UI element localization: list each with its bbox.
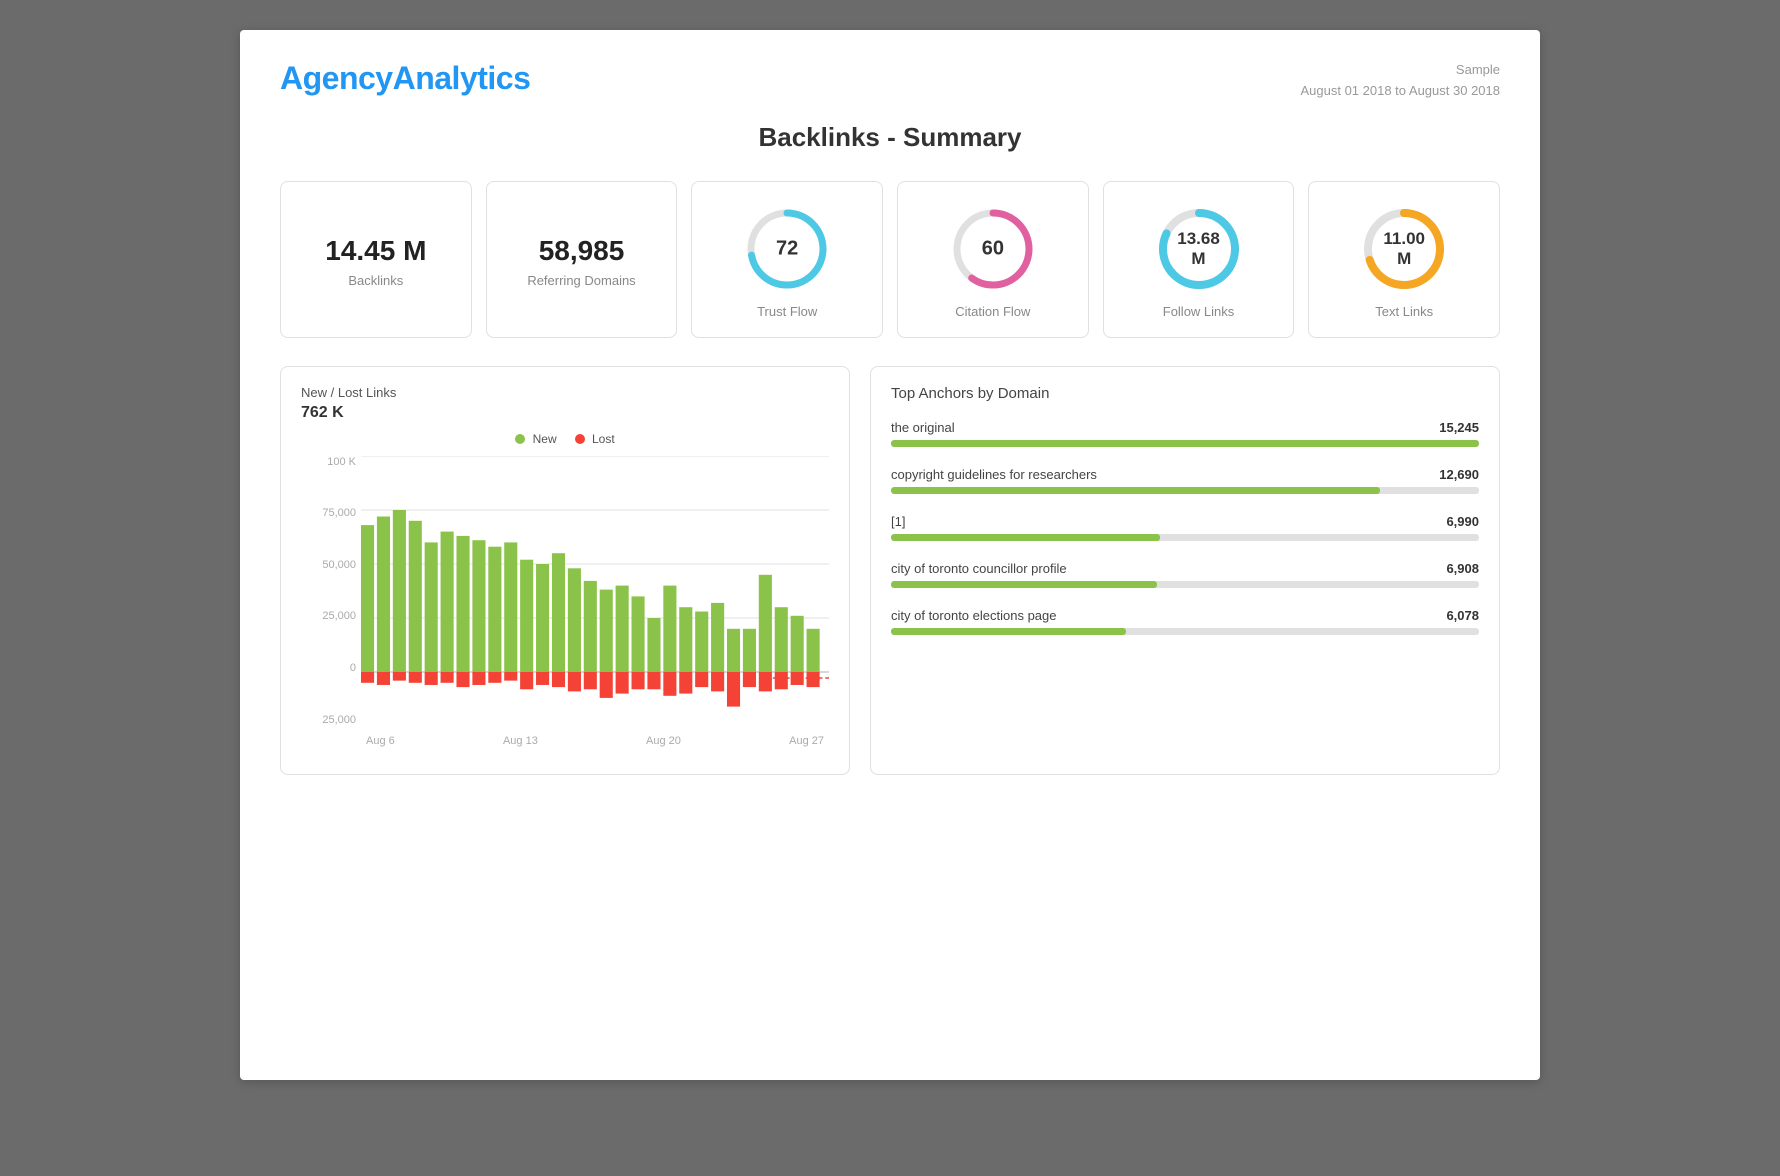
legend-new-dot [515,434,525,444]
y-label-50k: 50,000 [301,559,356,571]
anchor-item-2: [1] 6,990 [891,514,1479,541]
page-title: Backlinks - Summary [280,122,1500,153]
top-anchors-panel: Top Anchors by Domain the original 15,24… [870,366,1500,775]
anchor-name-3: city of toronto councillor profile [891,561,1067,576]
bar-chart-svg [361,456,829,726]
y-label-75k: 75,000 [301,507,356,519]
trust-flow-label: Trust Flow [757,304,817,319]
anchor-bar-fill-4 [891,628,1126,635]
bar-chart-subtitle: 762 K [301,404,829,422]
metric-card-referring-domains: 58,985 Referring Domains [486,181,678,338]
bar-chart-title: New / Lost Links [301,385,829,400]
y-axis-labels: 100 K 75,000 50,000 25,000 0 25,000 [301,456,356,726]
follow-links-gauge: 13.68 M [1154,204,1244,294]
anchor-value-0: 15,245 [1439,420,1479,435]
anchor-item-0: the original 15,245 [891,420,1479,447]
logo: AgencyAnalytics [280,60,530,97]
x-axis-labels: Aug 6 Aug 13 Aug 20 Aug 27 [361,735,829,747]
legend-new: New [515,432,556,446]
referring-domains-value: 58,985 [539,234,625,268]
metric-card-backlinks: 14.45 M Backlinks [280,181,472,338]
anchor-bar-fill-2 [891,534,1160,541]
metric-card-citation-flow: 60 Citation Flow [897,181,1089,338]
y-label-neg25k: 25,000 [301,714,356,726]
metric-card-follow-links: 13.68 M Follow Links [1103,181,1295,338]
follow-links-label: Follow Links [1163,304,1235,319]
x-label-aug6: Aug 6 [366,735,395,747]
text-links-value: 11.00 M [1382,229,1427,269]
trust-flow-gauge: 72 [742,204,832,294]
anchor-name-2: [1] [891,514,905,529]
metrics-row: 14.45 M Backlinks 58,985 Referring Domai… [280,181,1500,338]
bar-chart-panel: New / Lost Links 762 K New Lost 100 K 75… [280,366,850,775]
y-label-100k: 100 K [301,456,356,468]
x-label-aug13: Aug 13 [503,735,538,747]
anchor-item-3: city of toronto councillor profile 6,908 [891,561,1479,588]
x-label-aug20: Aug 20 [646,735,681,747]
anchor-value-3: 6,908 [1446,561,1479,576]
header: AgencyAnalytics Sample August 01 2018 to… [280,60,1500,102]
anchor-name-1: copyright guidelines for researchers [891,467,1097,482]
legend-lost-dot [575,434,585,444]
citation-flow-value: 60 [982,237,1004,260]
x-label-aug27: Aug 27 [789,735,824,747]
top-anchors-title: Top Anchors by Domain [891,385,1479,402]
anchor-bar-bg-2 [891,534,1479,541]
anchor-bar-fill-3 [891,581,1157,588]
backlinks-value: 14.45 M [325,234,426,268]
anchor-name-0: the original [891,420,955,435]
charts-row: New / Lost Links 762 K New Lost 100 K 75… [280,366,1500,775]
y-label-0: 0 [301,662,356,674]
logo-analytics: Analytics [393,60,531,96]
anchor-bar-fill-0 [891,440,1479,447]
citation-flow-label: Citation Flow [955,304,1030,319]
legend-lost: Lost [575,432,615,446]
referring-domains-label: Referring Domains [527,273,635,288]
trust-flow-value: 72 [776,237,798,260]
anchor-value-1: 12,690 [1439,467,1479,482]
anchor-item-1: copyright guidelines for researchers 12,… [891,467,1479,494]
date-range: August 01 2018 to August 30 2018 [1300,81,1500,102]
bar-chart-area: 100 K 75,000 50,000 25,000 0 25,000 [301,456,829,756]
text-links-label: Text Links [1375,304,1433,319]
anchor-bar-bg-4 [891,628,1479,635]
anchor-bar-bg-0 [891,440,1479,447]
anchor-value-2: 6,990 [1446,514,1479,529]
anchor-value-4: 6,078 [1446,608,1479,623]
page-container: AgencyAnalytics Sample August 01 2018 to… [240,30,1540,1080]
anchor-bar-fill-1 [891,487,1380,494]
logo-agency: Agency [280,60,393,96]
backlinks-label: Backlinks [348,273,403,288]
metric-card-text-links: 11.00 M Text Links [1308,181,1500,338]
text-links-gauge: 11.00 M [1359,204,1449,294]
anchor-bar-bg-1 [891,487,1479,494]
follow-links-value: 13.68 M [1176,229,1221,269]
chart-legend: New Lost [301,432,829,446]
anchor-bar-bg-3 [891,581,1479,588]
header-info: Sample August 01 2018 to August 30 2018 [1300,60,1500,102]
metric-card-trust-flow: 72 Trust Flow [691,181,883,338]
anchor-item-4: city of toronto elections page 6,078 [891,608,1479,635]
sample-label: Sample [1300,60,1500,81]
y-label-25k: 25,000 [301,610,356,622]
citation-flow-gauge: 60 [948,204,1038,294]
anchor-name-4: city of toronto elections page [891,608,1057,623]
